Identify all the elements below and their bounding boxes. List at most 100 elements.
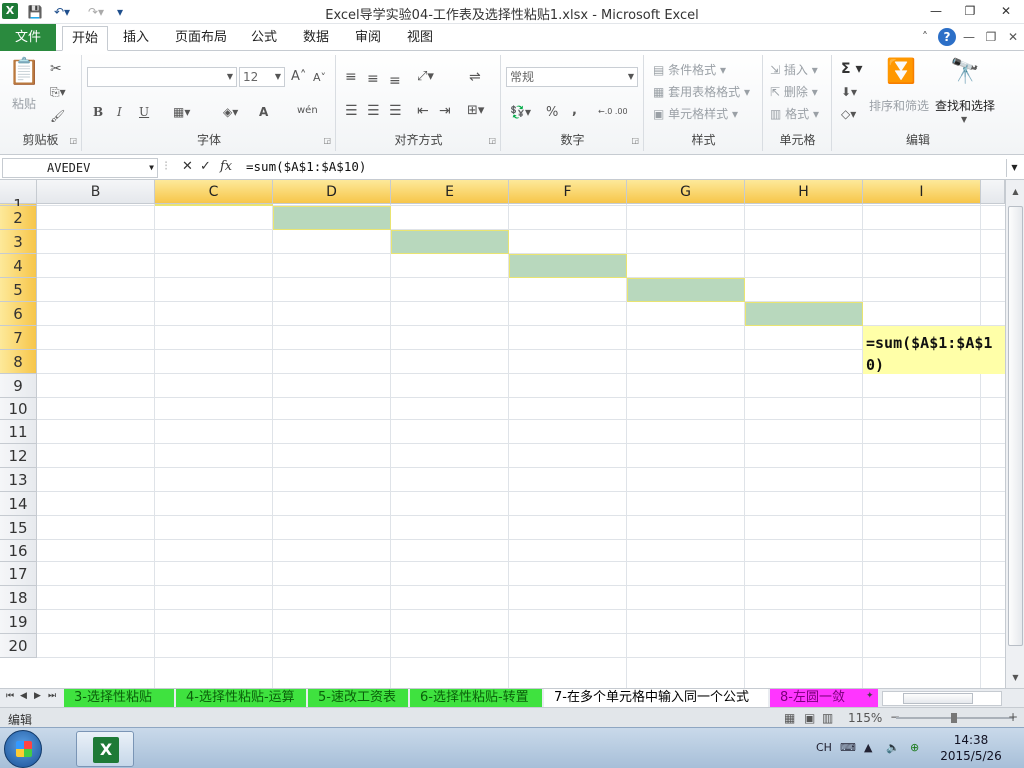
sheet-tab-6[interactable]: 6-选择性粘贴-转置 — [410, 689, 542, 707]
doc-restore-icon[interactable]: ❐ — [982, 28, 1000, 46]
tab-insert[interactable]: 插入 — [116, 26, 156, 51]
font-color-button[interactable]: A — [259, 105, 268, 119]
column-header-h[interactable]: H — [745, 180, 863, 204]
row-header-19[interactable]: 19 — [0, 610, 37, 634]
row-header-2[interactable]: 2 — [0, 206, 37, 230]
scroll-down-icon[interactable]: ▼ — [1008, 670, 1023, 685]
fill-color-icon[interactable]: ◈▾ — [223, 105, 238, 119]
doc-close-icon[interactable]: ✕ — [1004, 28, 1022, 46]
column-header-g[interactable]: G — [627, 180, 745, 204]
clear-icon[interactable]: ◇▾ — [841, 107, 856, 121]
align-middle-icon[interactable]: ≡ — [367, 71, 379, 87]
vertical-scroll-thumb[interactable] — [1008, 206, 1023, 646]
row-header-12[interactable]: 12 — [0, 444, 37, 468]
last-sheet-icon[interactable]: ⏭ — [48, 691, 56, 701]
bold-button[interactable]: B — [93, 105, 103, 119]
currency-icon[interactable]: 💱▾ — [510, 105, 531, 119]
volume-icon[interactable]: 🔈 — [886, 741, 900, 754]
row-header-15[interactable]: 15 — [0, 516, 37, 540]
find-select-dropdown-icon[interactable]: ▼ — [961, 115, 967, 124]
vertical-scrollbar[interactable]: ▲ ▼ — [1005, 180, 1024, 688]
number-launcher-icon[interactable]: ◲ — [631, 136, 639, 145]
column-header-c[interactable]: C — [155, 180, 273, 204]
tab-data[interactable]: 数据 — [296, 26, 336, 51]
doc-minimize-icon[interactable]: — — [960, 28, 978, 46]
scroll-up-icon[interactable]: ▲ — [1008, 184, 1023, 199]
underline-button[interactable]: U — [139, 105, 149, 119]
tab-file[interactable]: 文件 — [0, 24, 56, 51]
formula-input[interactable]: =sum($A$1:$A$10) — [246, 159, 366, 174]
tab-home[interactable]: 开始 — [62, 26, 108, 51]
normal-view-icon[interactable]: ▦ — [784, 711, 795, 725]
column-header-b[interactable]: B — [37, 180, 155, 204]
row-header-10[interactable]: 10 — [0, 398, 37, 420]
font-size-combo[interactable]: 12 ▼ — [239, 67, 285, 87]
start-button[interactable] — [4, 730, 42, 768]
number-format-combo[interactable]: 常规 ▼ — [506, 67, 638, 87]
row-header-9[interactable]: 9 — [0, 374, 37, 398]
grow-font-button[interactable]: A˄ — [291, 69, 306, 84]
align-bottom-icon[interactable]: ≡ — [389, 73, 401, 89]
selected-cell-d2[interactable] — [273, 206, 391, 230]
format-painter-icon[interactable]: 🖌 — [50, 109, 65, 123]
active-cell-editor[interactable]: =sum($A$1:$A$10) — [863, 326, 1005, 374]
cut-icon[interactable]: ✂ — [50, 61, 62, 77]
row-header-18[interactable]: 18 — [0, 586, 37, 610]
orientation-icon[interactable]: ⤢▾ — [417, 69, 434, 84]
page-break-view-icon[interactable]: ▥ — [822, 711, 833, 725]
row-header-4[interactable]: 4 — [0, 254, 37, 278]
sort-filter-icon[interactable]: ⏬ — [883, 57, 919, 85]
align-top-icon[interactable]: ≡ — [345, 69, 357, 85]
selected-cell-e3[interactable] — [391, 230, 509, 254]
autosum-button[interactable]: Σ ▾ — [841, 61, 862, 77]
sheet-tab-3[interactable]: 3-选择性粘贴 — [64, 689, 174, 707]
taskbar-clock[interactable]: 14:38 2015/5/26 — [940, 732, 1002, 764]
taskbar-excel-button[interactable]: X — [76, 731, 134, 767]
align-right-icon[interactable]: ☰ — [389, 103, 402, 119]
next-sheet-icon[interactable]: ▶ — [34, 691, 41, 701]
sheet-tab-4[interactable]: 4-选择性粘贴-运算 — [176, 689, 306, 707]
zoom-slider-knob[interactable] — [951, 713, 957, 723]
sheet-tab-8[interactable]: 8-左圆一敛 — [770, 689, 878, 707]
decrease-indent-icon[interactable]: ⇤ — [417, 103, 429, 119]
tab-review[interactable]: 审阅 — [348, 26, 388, 51]
selected-cell-g5[interactable] — [627, 278, 745, 302]
insert-sheet-icon[interactable]: ✦ — [866, 691, 874, 701]
zoom-slider[interactable] — [896, 713, 1014, 723]
first-sheet-icon[interactable]: ⏮ — [6, 691, 14, 701]
minimize-ribbon-icon[interactable]: ˄ — [916, 28, 934, 46]
zoom-in-button[interactable]: + — [1008, 710, 1018, 724]
font-name-combo[interactable]: ▼ — [87, 67, 237, 87]
format-as-table-button[interactable]: ▦ 套用表格格式 ▾ — [653, 83, 750, 100]
row-header-7[interactable]: 7 — [0, 326, 37, 350]
sort-filter-button[interactable]: 排序和筛选 — [869, 97, 929, 114]
paste-button[interactable]: 粘贴 — [12, 95, 36, 112]
column-header-f[interactable]: F — [509, 180, 627, 204]
selected-cell-h6[interactable] — [745, 302, 863, 326]
border-icon[interactable]: ▦▾ — [173, 105, 190, 119]
delete-cells-button[interactable]: ⇱ 删除 ▾ — [770, 83, 818, 100]
comma-button[interactable]: , — [572, 103, 577, 118]
italic-button[interactable]: I — [117, 105, 122, 119]
font-launcher-icon[interactable]: ◲ — [323, 136, 331, 145]
sheet-tab-7[interactable]: 7-在多个单元格中输入同一个公式 — [544, 689, 768, 707]
horizontal-scroll-thumb[interactable] — [903, 693, 973, 704]
wrap-text-icon[interactable]: ⇌ — [469, 69, 481, 85]
clipboard-launcher-icon[interactable]: ◲ — [69, 136, 77, 145]
row-header-17[interactable]: 17 — [0, 562, 37, 586]
increase-indent-icon[interactable]: ⇥ — [439, 103, 451, 119]
selected-cell-f4[interactable] — [509, 254, 627, 278]
copy-icon[interactable]: ⎘▾ — [50, 85, 66, 100]
row-header-20[interactable]: 20 — [0, 634, 37, 658]
horizontal-scrollbar[interactable] — [882, 691, 1002, 706]
align-center-icon[interactable]: ☰ — [367, 103, 380, 119]
fill-icon[interactable]: ⬇▾ — [841, 85, 857, 99]
enter-icon[interactable]: ✓ — [200, 159, 211, 174]
insert-function-button[interactable]: fx — [220, 159, 232, 174]
format-cells-button[interactable]: ▥ 格式 ▾ — [770, 105, 819, 122]
column-header-e[interactable]: E — [391, 180, 509, 204]
find-select-button[interactable]: 查找和选择 — [935, 97, 995, 114]
alignment-launcher-icon[interactable]: ◲ — [488, 136, 496, 145]
page-layout-view-icon[interactable]: ▣ — [804, 711, 815, 725]
row-header-5[interactable]: 5 — [0, 278, 37, 302]
